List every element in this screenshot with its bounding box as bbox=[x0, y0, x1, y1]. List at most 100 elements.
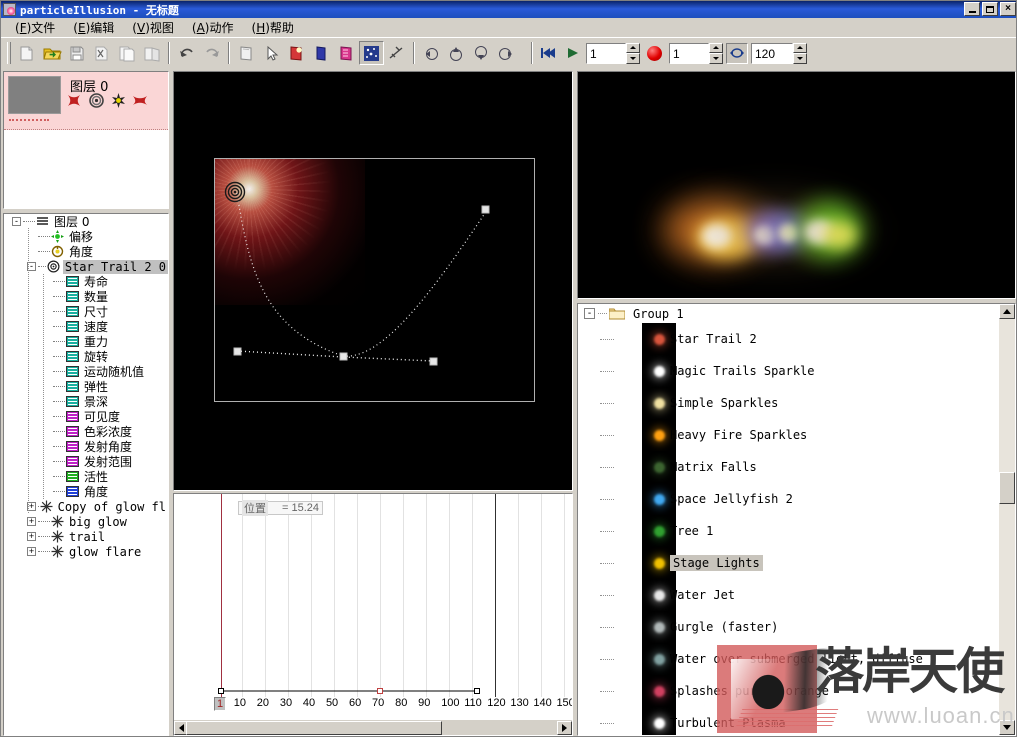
graph-keyframe-handle[interactable] bbox=[218, 688, 224, 694]
library-item[interactable]: Gurgle (faster) bbox=[578, 611, 999, 643]
library-list[interactable]: - Group 1 Star Trail 2 Magic Trails Spark… bbox=[578, 304, 999, 735]
graph-scroll-right-button[interactable] bbox=[557, 720, 572, 735]
library-item[interactable]: Water Jet bbox=[578, 579, 999, 611]
star-icon[interactable] bbox=[110, 92, 126, 108]
start-frame-up-button[interactable] bbox=[626, 42, 640, 53]
graph-horizontal-scrollbar[interactable] bbox=[174, 719, 572, 735]
close-button[interactable]: × bbox=[1000, 2, 1016, 16]
graph-end-marker[interactable] bbox=[495, 494, 497, 697]
target-icon[interactable] bbox=[88, 92, 104, 108]
no-emitter-icon[interactable] bbox=[66, 92, 82, 108]
maximize-button[interactable] bbox=[982, 2, 998, 16]
layer-list-panel[interactable]: 图层 0 bbox=[3, 71, 169, 209]
library-group-row[interactable]: - Group 1 bbox=[578, 304, 999, 323]
redo-icon[interactable] bbox=[199, 41, 224, 65]
end-frame-spinner[interactable] bbox=[751, 42, 807, 64]
library-items-container[interactable]: Star Trail 2 Magic Trails Sparkle Simple S… bbox=[578, 323, 999, 735]
path-keyframe-handle[interactable] bbox=[429, 357, 438, 366]
current-frame-input[interactable] bbox=[669, 42, 709, 64]
library-item[interactable]: Tree 1 bbox=[578, 515, 999, 547]
tree-root-expander[interactable]: - bbox=[12, 217, 21, 226]
library-scroll-thumb[interactable] bbox=[999, 472, 1015, 504]
start-frame-spinner[interactable] bbox=[586, 42, 640, 64]
toolbar-grip[interactable] bbox=[7, 42, 11, 64]
graph-keyframe-handle[interactable] bbox=[377, 688, 384, 694]
graph-editor-panel[interactable]: 位置 = 15.24 1 10 20 30 40 50 60 70 80 90 100 110 120 1… bbox=[173, 493, 573, 736]
current-frame-down-button[interactable] bbox=[709, 53, 723, 64]
path-keyframe-handle[interactable] bbox=[233, 347, 242, 356]
library-item[interactable]: Splashes purple-orange bbox=[578, 675, 999, 707]
undo-icon[interactable] bbox=[174, 41, 199, 65]
tree-node-expander[interactable]: + bbox=[27, 532, 36, 541]
library-item[interactable]: Simple Sparkles bbox=[578, 387, 999, 419]
menu-help[interactable]: (H)帮助 bbox=[243, 17, 303, 38]
nav-right-icon[interactable] bbox=[494, 41, 519, 65]
library-vertical-scrollbar[interactable] bbox=[999, 304, 1015, 735]
current-frame-spin-buttons[interactable] bbox=[709, 42, 723, 64]
start-frame-down-button[interactable] bbox=[626, 53, 640, 64]
canvas-panel[interactable] bbox=[173, 71, 573, 491]
path-keyframe-handle[interactable] bbox=[481, 205, 490, 214]
library-item[interactable]: Stage Lights bbox=[578, 547, 999, 579]
copy-icon[interactable] bbox=[114, 41, 139, 65]
minimize-button[interactable] bbox=[964, 2, 980, 16]
library-item[interactable]: Water over submerged light, diffuse bbox=[578, 643, 999, 675]
library-group-expander[interactable]: - bbox=[584, 308, 595, 319]
path-keyframe-handle[interactable] bbox=[339, 352, 348, 361]
library-item[interactable]: Magic Trails Sparkle bbox=[578, 355, 999, 387]
stars-emitter-icon[interactable] bbox=[359, 41, 384, 65]
library-item[interactable]: Matrix Falls bbox=[578, 451, 999, 483]
open-folder-icon[interactable] bbox=[39, 41, 64, 65]
library-scroll-down-button[interactable] bbox=[999, 720, 1015, 735]
tree-node-root[interactable]: - 图层 0 bbox=[4, 214, 168, 229]
loop-icon[interactable] bbox=[726, 42, 748, 64]
end-frame-up-button[interactable] bbox=[793, 42, 807, 53]
blue-emitter-icon[interactable] bbox=[309, 41, 334, 65]
paste-icon[interactable] bbox=[139, 41, 164, 65]
tree-node-expander[interactable]: + bbox=[27, 517, 36, 526]
no-deflector-icon[interactable] bbox=[132, 92, 148, 108]
tree-node[interactable]: + big glow bbox=[4, 514, 168, 529]
library-item[interactable]: Heavy Fire Sparkles bbox=[578, 419, 999, 451]
tree-node[interactable]: + trail bbox=[4, 529, 168, 544]
library-item[interactable]: Star Trail 2 bbox=[578, 323, 999, 355]
preview-panel[interactable] bbox=[577, 71, 1016, 299]
property-tree-panel[interactable]: - 图层 0 偏移 角度 - Star Trail 2 0 寿命 数量 尺寸 速度 重力 旋转 运动随机… bbox=[3, 213, 169, 736]
record-icon[interactable] bbox=[647, 45, 662, 61]
end-frame-input[interactable] bbox=[751, 42, 793, 64]
library-item[interactable]: Space Jellyfish 2 bbox=[578, 483, 999, 515]
graph-scroll-thumb[interactable] bbox=[186, 720, 442, 735]
effect-library-panel[interactable]: - Group 1 Star Trail 2 Magic Trails Spark… bbox=[577, 303, 1016, 736]
layer-icon[interactable] bbox=[234, 41, 259, 65]
cut-icon[interactable] bbox=[89, 41, 114, 65]
end-frame-spin-buttons[interactable] bbox=[793, 42, 807, 64]
layer-row[interactable]: 图层 0 bbox=[4, 72, 168, 130]
start-frame-input[interactable] bbox=[586, 42, 626, 64]
red-emitter-icon[interactable] bbox=[284, 41, 309, 65]
nav-left-icon[interactable] bbox=[419, 41, 444, 65]
emitter-handle-icon[interactable] bbox=[224, 181, 246, 203]
tree-node-expander[interactable]: + bbox=[27, 547, 36, 556]
save-icon[interactable] bbox=[64, 41, 89, 65]
graph-playhead[interactable] bbox=[221, 494, 222, 705]
menu-view[interactable]: (V)视图 bbox=[123, 17, 183, 38]
menu-action[interactable]: (A)动作 bbox=[183, 17, 243, 38]
graph-axis-tick[interactable]: 1 bbox=[214, 697, 227, 711]
nav-down-icon[interactable] bbox=[469, 41, 494, 65]
nav-up-icon[interactable] bbox=[444, 41, 469, 65]
library-item[interactable]: Turbulent Plasma bbox=[578, 707, 999, 735]
magenta-emitter-icon[interactable] bbox=[334, 41, 359, 65]
tree-scroll-area[interactable]: - 图层 0 偏移 角度 - Star Trail 2 0 寿命 数量 尺寸 速度 重力 旋转 运动随机… bbox=[4, 214, 168, 735]
start-frame-spin-buttons[interactable] bbox=[626, 42, 640, 64]
menu-edit[interactable]: (E)编辑 bbox=[64, 17, 123, 38]
menu-file[interactable]: (F)文件 bbox=[6, 17, 64, 38]
graph-keyframe-handle[interactable] bbox=[473, 688, 480, 694]
current-frame-spinner[interactable] bbox=[669, 42, 723, 64]
library-scroll-up-button[interactable] bbox=[999, 304, 1015, 319]
play-icon[interactable] bbox=[561, 42, 585, 64]
particle-stage[interactable] bbox=[214, 158, 535, 402]
tree-node[interactable]: + glow flare bbox=[4, 544, 168, 559]
rewind-icon[interactable] bbox=[537, 42, 561, 64]
current-frame-up-button[interactable] bbox=[709, 42, 723, 53]
deflector-icon[interactable] bbox=[384, 41, 409, 65]
